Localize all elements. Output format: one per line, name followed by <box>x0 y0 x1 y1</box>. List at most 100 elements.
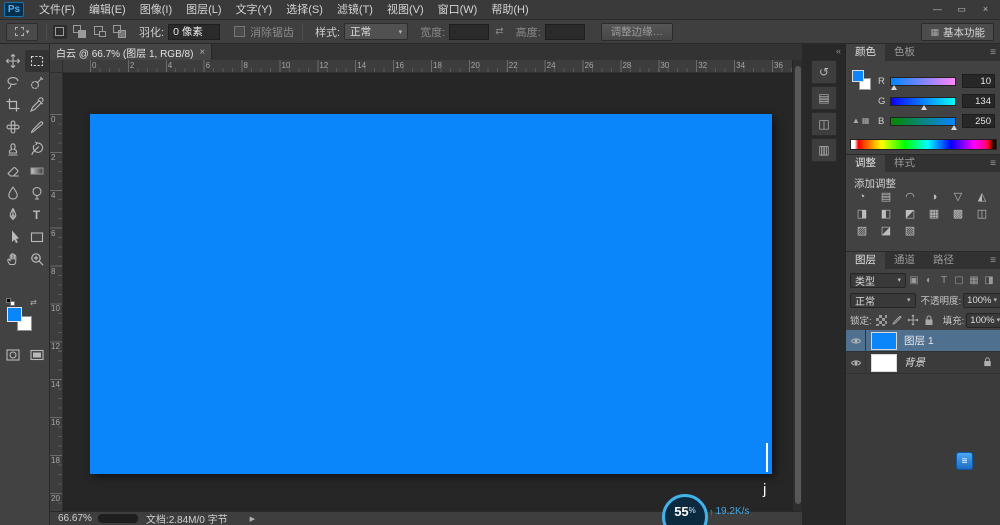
layer-visibility-toggle[interactable] <box>846 330 866 352</box>
menu-filter[interactable]: 滤镜(T) <box>330 0 380 20</box>
blue-value-field[interactable]: 250 <box>962 114 995 128</box>
status-menu-arrow-icon[interactable]: ▶ <box>250 515 255 523</box>
minimize-button[interactable]: — <box>929 2 946 16</box>
layer-name[interactable]: 图层 1 <box>904 333 934 348</box>
gradient-tool[interactable] <box>25 160 49 182</box>
foreground-color-swatch[interactable] <box>7 307 22 322</box>
tab-swatches[interactable]: 色板 <box>885 44 924 61</box>
zoom-tool[interactable] <box>25 248 49 270</box>
filter-kind-dropdown[interactable]: 类型 ▾ <box>850 273 906 288</box>
panel-menu-icon[interactable]: ≡ <box>990 44 996 61</box>
layer-visibility-toggle[interactable] <box>846 352 866 374</box>
info-panel-icon[interactable]: ◫ <box>811 112 837 136</box>
threshold-icon[interactable]: ◪ <box>876 224 896 239</box>
panel-menu-icon[interactable]: ≡ <box>990 155 996 172</box>
layer-thumbnail[interactable] <box>871 354 897 372</box>
menu-file[interactable]: 文件(F) <box>32 0 82 20</box>
vertical-scrollbar[interactable] <box>792 60 802 511</box>
tab-close-icon[interactable]: × <box>199 47 205 58</box>
color-lookup-icon[interactable]: ▩ <box>948 207 968 222</box>
history-panel-icon[interactable]: ↺ <box>811 60 837 84</box>
curves-icon[interactable]: ◠ <box>900 190 920 205</box>
layer-row-layer1[interactable]: 图层 1 <box>846 330 1000 352</box>
rectangle-shape-tool[interactable] <box>25 226 49 248</box>
brush-presets-panel-icon[interactable]: ▥ <box>811 138 837 162</box>
filter-toggle-icon[interactable]: ◨ <box>982 275 996 286</box>
panel-menu-icon[interactable]: ≡ <box>990 252 996 269</box>
opacity-field[interactable]: 100% ▾ <box>963 293 1000 308</box>
close-button[interactable]: × <box>977 2 994 16</box>
dodge-tool[interactable] <box>25 182 49 204</box>
color-balance-icon[interactable]: ◨ <box>852 207 872 222</box>
new-selection-icon[interactable] <box>53 25 67 39</box>
fill-field[interactable]: 100% ▾ <box>966 313 1000 328</box>
type-layer-filter-icon[interactable]: T <box>937 275 951 286</box>
add-to-selection-icon[interactable] <box>73 25 87 39</box>
tab-layers[interactable]: 图层 <box>846 252 885 269</box>
scrollbar-thumb[interactable] <box>795 66 801 504</box>
menu-image[interactable]: 图像(I) <box>133 0 179 20</box>
lock-transparency-icon[interactable] <box>876 315 887 326</box>
brightness-contrast-icon[interactable]: ◔ <box>852 190 872 205</box>
canvas[interactable] <box>90 114 772 474</box>
blur-tool[interactable] <box>1 182 25 204</box>
menu-help[interactable]: 帮助(H) <box>484 0 535 20</box>
black-white-icon[interactable]: ◧ <box>876 207 896 222</box>
type-tool[interactable]: T <box>25 204 49 226</box>
move-tool[interactable] <box>1 50 25 72</box>
screen-mode-button[interactable] <box>25 344 49 366</box>
green-value-field[interactable]: 134 <box>962 94 995 108</box>
brush-tool[interactable] <box>25 116 49 138</box>
exposure-icon[interactable]: ◑ <box>924 190 944 205</box>
clone-stamp-tool[interactable] <box>1 138 25 160</box>
menu-window[interactable]: 窗口(W) <box>431 0 485 20</box>
tab-channels[interactable]: 通道 <box>885 252 924 269</box>
link-dimensions-icon[interactable]: ⇄ <box>495 26 503 37</box>
gamut-warning-icon[interactable]: ▲▦ <box>852 116 871 125</box>
swap-colors-icon[interactable]: ⇄ <box>30 298 37 307</box>
width-input[interactable] <box>449 24 489 40</box>
tab-styles[interactable]: 样式 <box>885 155 924 172</box>
blue-slider[interactable] <box>890 117 956 126</box>
tab-color[interactable]: 颜色 <box>846 44 885 61</box>
menu-edit[interactable]: 编辑(E) <box>82 0 133 20</box>
intersect-selection-icon[interactable] <box>113 25 127 39</box>
feather-input[interactable] <box>168 24 220 40</box>
refine-edge-button[interactable]: 调整边缘… <box>601 23 674 41</box>
adjustment-layer-filter-icon[interactable]: ◐ <box>922 275 936 286</box>
shape-layer-filter-icon[interactable]: ▢ <box>952 275 966 286</box>
hue-saturation-icon[interactable]: ◭ <box>972 190 992 205</box>
red-slider[interactable] <box>890 77 956 86</box>
quick-mask-button[interactable] <box>1 344 25 366</box>
lock-all-icon[interactable] <box>923 314 935 326</box>
green-slider[interactable] <box>890 97 956 106</box>
zoom-level[interactable]: 66.67% <box>58 513 92 524</box>
properties-panel-icon[interactable]: ▤ <box>811 86 837 110</box>
layer-thumbnail[interactable] <box>871 332 897 350</box>
vertical-ruler[interactable]: 02468101214161820 <box>50 73 63 511</box>
horizontal-ruler[interactable]: 024681012141618202224262830323436 <box>63 60 792 73</box>
history-brush-tool[interactable] <box>25 138 49 160</box>
tab-paths[interactable]: 路径 <box>924 252 963 269</box>
floating-input-method-icon[interactable]: ≡ <box>956 452 973 470</box>
style-dropdown[interactable]: 正常 ▾ <box>344 23 408 40</box>
height-input[interactable] <box>545 24 585 40</box>
photo-filter-icon[interactable]: ◩ <box>900 207 920 222</box>
blend-mode-dropdown[interactable]: 正常 ▾ <box>850 293 916 308</box>
vibrance-icon[interactable]: ▽ <box>948 190 968 205</box>
workspace-switcher[interactable]: ▦ 基本功能 <box>921 23 994 41</box>
smart-object-filter-icon[interactable]: ▦ <box>967 275 981 286</box>
tool-preset-chip[interactable]: ▾ <box>6 23 38 41</box>
subtract-from-selection-icon[interactable] <box>93 25 107 39</box>
layer-name[interactable]: 背景 <box>904 355 925 370</box>
menu-view[interactable]: 视图(V) <box>380 0 431 20</box>
anti-alias-checkbox[interactable] <box>234 26 245 37</box>
default-colors-icon[interactable] <box>6 298 16 306</box>
menu-select[interactable]: 选择(S) <box>279 0 330 20</box>
invert-icon[interactable]: ◫ <box>972 207 992 222</box>
lock-pixels-icon[interactable] <box>891 314 903 326</box>
channel-mixer-icon[interactable]: ▦ <box>924 207 944 222</box>
document-tab[interactable]: 白云 @ 66.7% (图层 1, RGB/8) × <box>50 44 212 60</box>
path-selection-tool[interactable] <box>1 226 25 248</box>
levels-icon[interactable]: ▤ <box>876 190 896 205</box>
